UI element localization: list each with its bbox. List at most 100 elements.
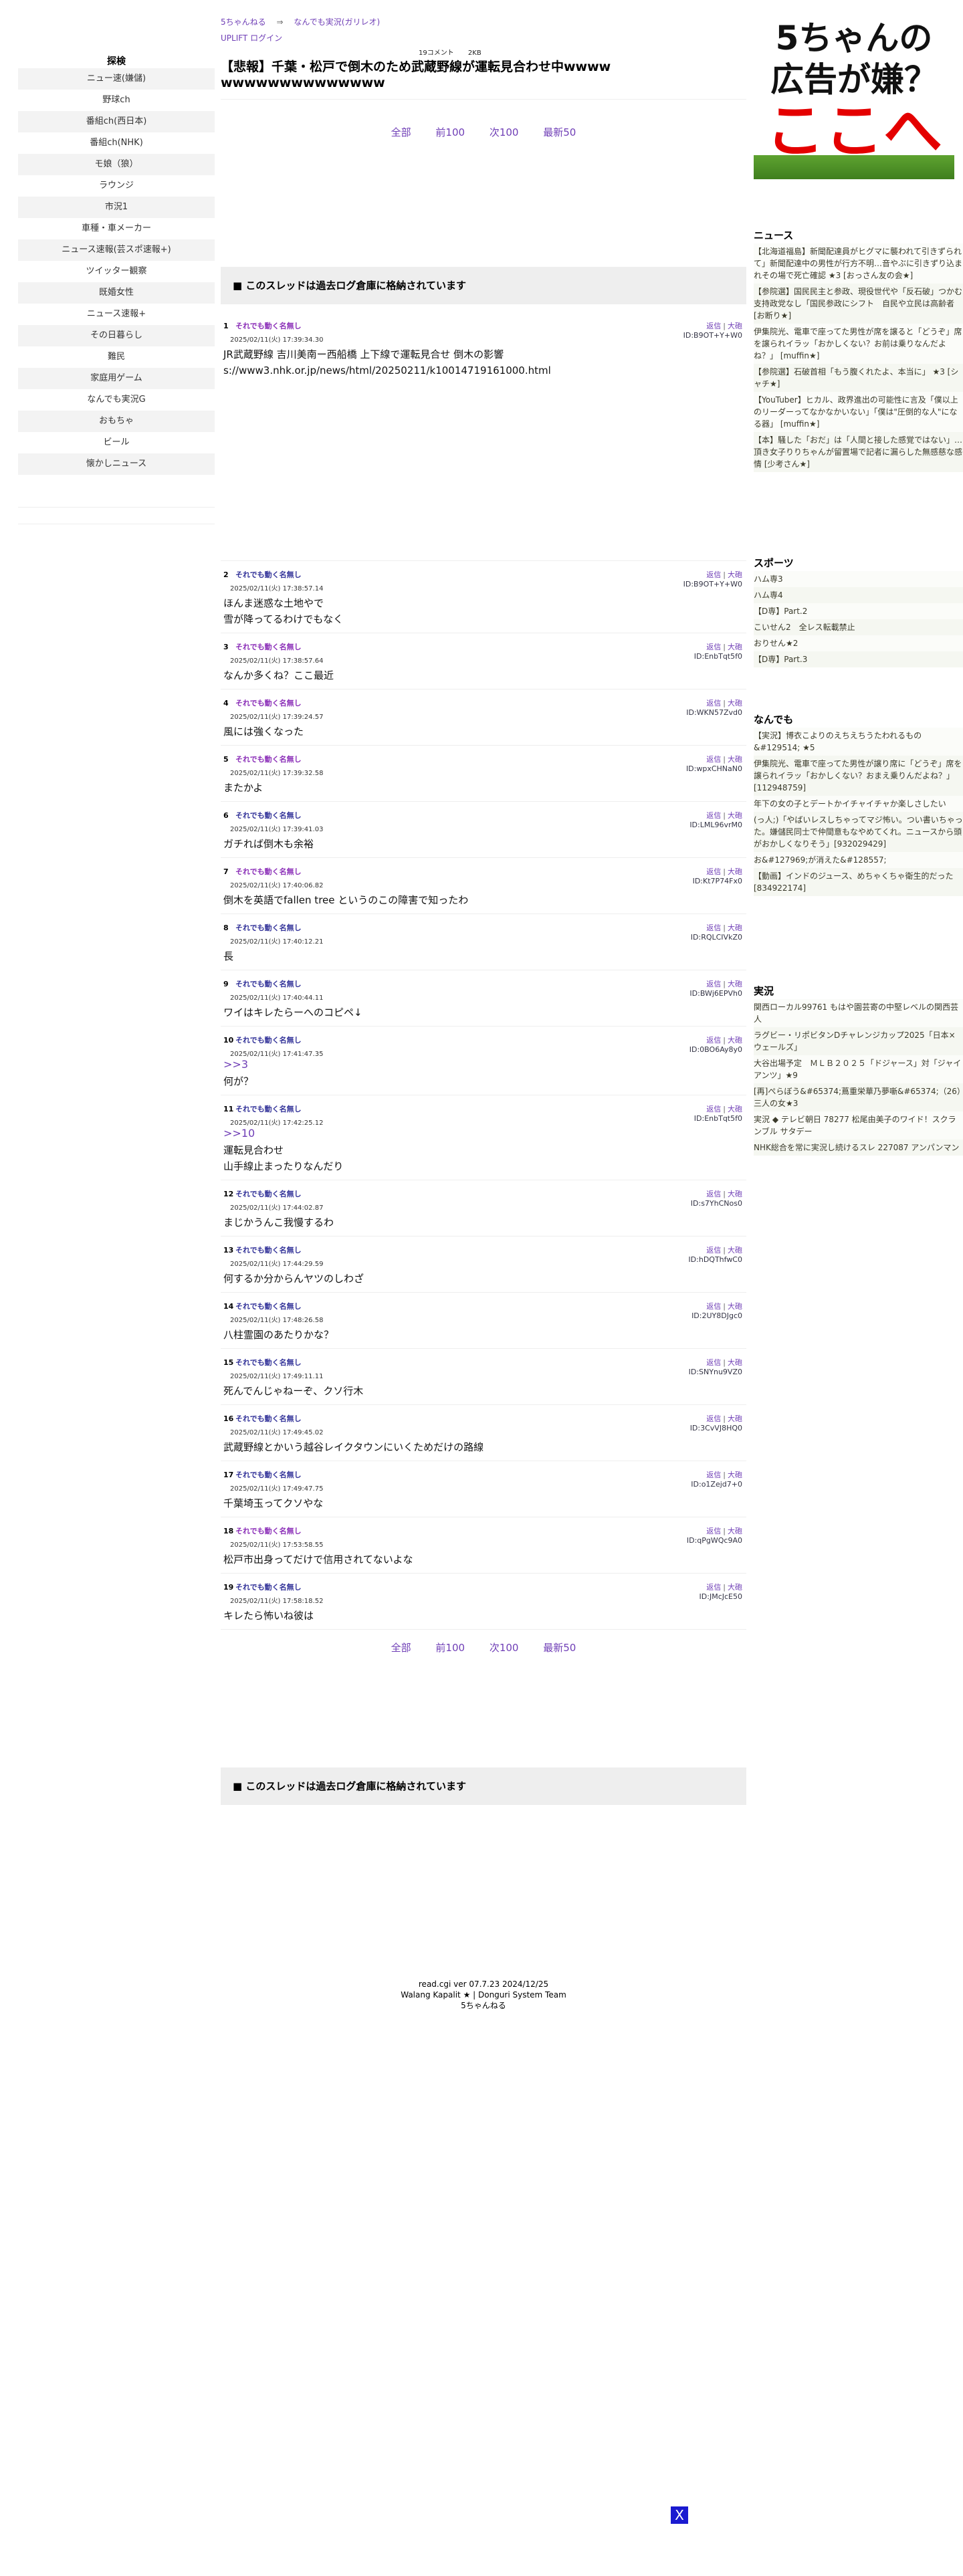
left-menu-item[interactable]: 既婚女性 [18, 282, 215, 304]
uplift-login-link[interactable]: UPLIFT ログイン [221, 33, 282, 43]
quote-link[interactable]: 返信 [706, 1414, 721, 1423]
post-author-name[interactable]: それでも動く名無し [235, 980, 302, 988]
left-menu-item[interactable]: ニュー速(嫌儲) [18, 68, 215, 90]
post-author-name[interactable]: それでも動く名無し [235, 699, 302, 708]
quote-link[interactable]: 返信 [706, 1358, 721, 1367]
post-author-name[interactable]: それでも動く名無し [235, 1105, 302, 1113]
quote-link[interactable]: 返信 [706, 1190, 721, 1198]
quote-link[interactable]: 返信 [706, 1036, 721, 1045]
pager-next-link[interactable]: 次100 [490, 126, 519, 138]
left-menu-item[interactable]: 懐かしニュース [18, 453, 215, 475]
post-author-name[interactable]: それでも動く名無し [235, 1246, 302, 1255]
post-anchor-link[interactable]: >>10 [223, 1127, 255, 1140]
jikkyo-thread-link[interactable]: ラグビー・リポビタンDチャレンジカップ2025「日本×ウェールズ」 [754, 1027, 963, 1055]
nandemo-thread-link[interactable]: 【実況】博衣こよりのえちえちうたわれるもの&#129514; ★5 [754, 728, 963, 756]
sports-thread-link[interactable]: ハム専4 [754, 587, 963, 603]
jikkyo-thread-link[interactable]: 大谷出場予定 ＭＬＢ２０２５「ドジャース」対「ジャイアンツ」★9 [754, 1055, 963, 1083]
cannon-link[interactable]: 大砲 [728, 924, 742, 932]
left-menu-item[interactable]: ビール [18, 432, 215, 453]
news-thread-link[interactable]: 【北海道福島】新聞配達員がヒグマに襲われて引きずられて」新聞配達中の男性が行方不… [754, 243, 963, 284]
left-menu-item[interactable]: 市況1 [18, 197, 215, 218]
cannon-link[interactable]: 大砲 [728, 1036, 742, 1045]
quote-link[interactable]: 返信 [706, 322, 721, 330]
left-menu-item[interactable]: 車種・車メーカー [18, 218, 215, 239]
breadcrumb-board-link[interactable]: 5ちゃんねる [221, 17, 266, 27]
cannon-link[interactable]: 大砲 [728, 322, 742, 330]
news-thread-link[interactable]: 【参院選】石破首相「もう腹くれたよ、本当に」 ★3 [シャチ★] [754, 364, 963, 392]
post-author-name[interactable]: それでも動く名無し [235, 1583, 302, 1592]
quote-link[interactable]: 返信 [706, 699, 721, 708]
quote-link[interactable]: 返信 [706, 867, 721, 876]
quote-link[interactable]: 返信 [706, 1471, 721, 1479]
sports-thread-link[interactable]: こいせん2 全レス転載禁止 [754, 619, 963, 635]
cannon-link[interactable]: 大砲 [728, 1527, 742, 1535]
post-author-name[interactable]: それでも動く名無し [235, 1358, 302, 1367]
nandemo-thread-link[interactable]: 【動画】インドのジュース、めちゃくちゃ衛生的だった [834922174] [754, 868, 963, 896]
post-author-name[interactable]: それでも動く名無し [235, 1302, 302, 1311]
quote-link[interactable]: 返信 [706, 924, 721, 932]
cannon-link[interactable]: 大砲 [728, 980, 742, 988]
jikkyo-thread-link[interactable]: 関西ローカル99761 もはや園芸寄の中堅レベルの関西芸人 [754, 999, 963, 1027]
quote-link[interactable]: 返信 [706, 643, 721, 651]
cannon-link[interactable]: 大砲 [728, 867, 742, 876]
pager-prev-link[interactable]: 前100 [435, 126, 465, 138]
pager-latest-link[interactable]: 最新50 [543, 1642, 576, 1654]
nandemo-thread-link[interactable]: 伊集院光、電車で座ってた男性が譲り席に「どうぞ」席を譲られイラッ「おかしくない？… [754, 756, 963, 796]
sports-thread-link[interactable]: 【D専】Part.3 [754, 651, 963, 667]
post-author-name[interactable]: それでも動く名無し [235, 1414, 302, 1423]
quote-link[interactable]: 返信 [706, 1527, 721, 1535]
nandemo-thread-link[interactable]: 年下の女の子とデートかイチャイチャか楽しさしたい [754, 796, 963, 812]
cannon-link[interactable]: 大砲 [728, 699, 742, 708]
cannon-link[interactable]: 大砲 [728, 1302, 742, 1311]
quote-link[interactable]: 返信 [706, 1583, 721, 1592]
cannon-link[interactable]: 大砲 [728, 570, 742, 579]
ad-banner[interactable]: 5ちゃんの 広告が嫌？ ここへ [754, 13, 954, 179]
breadcrumb-category-link[interactable]: なんでも実況(ガリレオ) [294, 17, 380, 27]
post-author-name[interactable]: それでも動く名無し [235, 924, 302, 932]
cannon-link[interactable]: 大砲 [728, 811, 742, 820]
left-menu-item[interactable]: 難民 [18, 346, 215, 368]
nandemo-thread-link[interactable]: お&#127969;が消えた&#128557; [754, 852, 963, 868]
post-author-name[interactable]: それでも動く名無し [235, 867, 302, 876]
quote-link[interactable]: 返信 [706, 570, 721, 579]
post-author-name[interactable]: それでも動く名無し [235, 755, 302, 764]
left-menu-item[interactable]: 家庭用ゲーム [18, 368, 215, 389]
quote-link[interactable]: 返信 [706, 755, 721, 764]
left-menu-item[interactable]: モ娘（狼） [18, 154, 215, 175]
left-menu-item[interactable]: その日暮らし [18, 325, 215, 346]
sports-thread-link[interactable]: 【D専】Part.2 [754, 603, 963, 619]
post-author-name[interactable]: それでも動く名無し [235, 1190, 302, 1198]
left-menu-item[interactable]: 番組ch(西日本) [18, 111, 215, 132]
cannon-link[interactable]: 大砲 [728, 1190, 742, 1198]
left-menu-item[interactable]: ニュース速報(芸スポ速報+) [18, 239, 215, 261]
pager-all-link[interactable]: 全部 [391, 126, 411, 138]
news-thread-link[interactable]: 【YouTuber】ヒカル、政界進出の可能性に言及「僕以上のリーダーってなかなか… [754, 392, 963, 432]
post-author-name[interactable]: それでも動く名無し [235, 1036, 302, 1045]
cannon-link[interactable]: 大砲 [728, 1358, 742, 1367]
pager-latest-link[interactable]: 最新50 [543, 126, 576, 138]
nandemo-thread-link[interactable]: (っ人;)「やばいレスしちゃってマジ怖い。つい書いちゃった。嫌儲民同士で仲間意も… [754, 812, 963, 852]
post-author-name[interactable]: それでも動く名無し [235, 811, 302, 820]
left-menu-item[interactable]: ツイッター観察 [18, 261, 215, 282]
left-menu-item[interactable]: なんでも実況G [18, 389, 215, 411]
post-author-name[interactable]: それでも動く名無し [235, 1471, 302, 1479]
jikkyo-thread-link[interactable]: [再]ぺらぼう&#65374;蔦重栄華乃夢噺&#65374;（26）三人の女★3 [754, 1083, 963, 1111]
pager-next-link[interactable]: 次100 [490, 1642, 519, 1654]
close-ad-button[interactable]: X [671, 2506, 688, 2524]
left-menu-item[interactable]: 番組ch(NHK) [18, 132, 215, 154]
jikkyo-thread-link[interactable]: 実況 ◆ テレビ朝日 78277 松尾由美子のワイド！スクランブル サタデー [754, 1111, 963, 1140]
cannon-link[interactable]: 大砲 [728, 1471, 742, 1479]
pager-all-link[interactable]: 全部 [391, 1642, 411, 1654]
quote-link[interactable]: 返信 [706, 1302, 721, 1311]
quote-link[interactable]: 返信 [706, 1105, 721, 1113]
quote-link[interactable]: 返信 [706, 811, 721, 820]
pager-prev-link[interactable]: 前100 [435, 1642, 465, 1654]
post-author-name[interactable]: それでも動く名無し [235, 570, 302, 579]
left-menu-item[interactable]: ニュース速報+ [18, 304, 215, 325]
quote-link[interactable]: 返信 [706, 1246, 721, 1255]
sports-thread-link[interactable]: ハム専3 [754, 571, 963, 587]
post-anchor-link[interactable]: >>3 [223, 1058, 248, 1071]
left-menu-item[interactable]: 野球ch [18, 90, 215, 111]
news-thread-link[interactable]: 【参院選】国民民主と参政、現役世代や「反石破」つかむ 支持政党なし「国民参政にシ… [754, 284, 963, 324]
sports-thread-link[interactable]: おりせん★2 [754, 635, 963, 651]
